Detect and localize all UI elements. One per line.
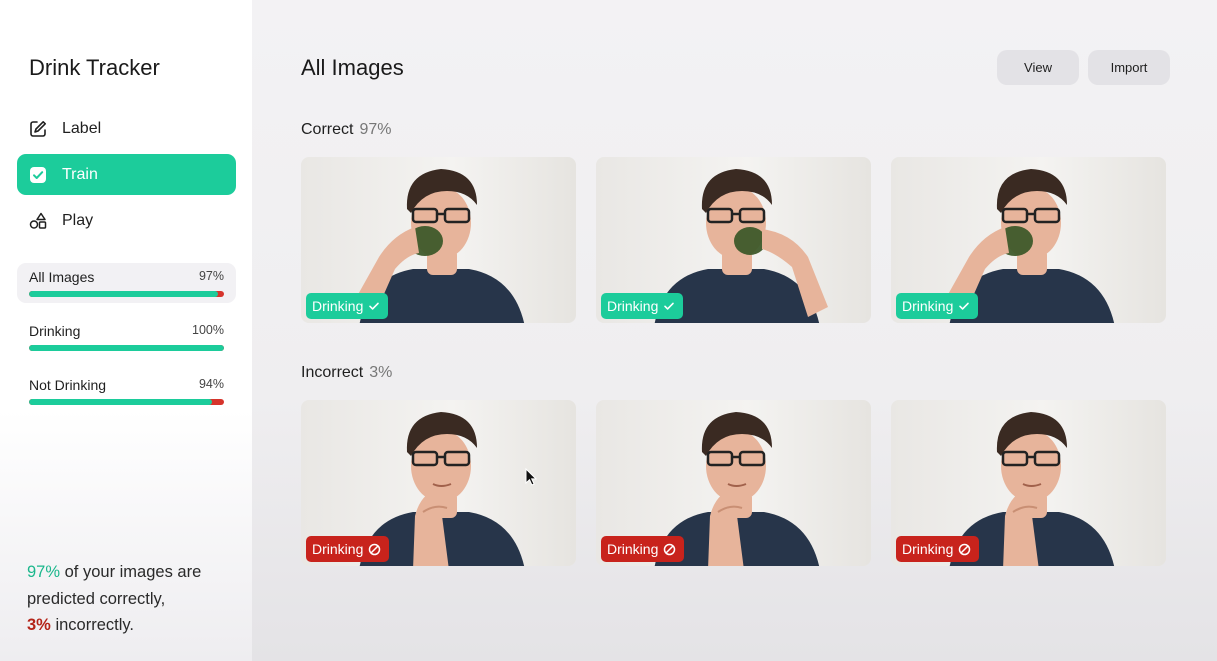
stat-percent: 94% <box>198 377 224 391</box>
prediction-label: Drinking <box>312 541 364 557</box>
summary-correct-percent: 97% <box>27 563 61 581</box>
section-title-incorrect: Incorrect 3% <box>301 364 392 382</box>
page-title: All Images <box>301 55 404 80</box>
nav-item-label[interactable]: Label <box>17 108 236 149</box>
prohibited-icon <box>368 543 381 556</box>
accuracy-bar-fill <box>29 291 219 297</box>
accuracy-bar <box>29 399 224 405</box>
app-title: Drink Tracker <box>29 55 160 80</box>
view-button[interactable]: View <box>997 50 1079 85</box>
nav-item-train[interactable]: Train <box>17 154 236 195</box>
prohibited-icon <box>663 543 676 556</box>
section-label: Correct <box>301 121 354 138</box>
stat-label: Drinking <box>29 323 81 339</box>
section-percent: 97% <box>359 121 392 138</box>
stat-not-drinking[interactable]: Not Drinking 94% <box>17 371 236 411</box>
prediction-badge: Drinking <box>601 293 684 319</box>
shapes-icon <box>28 211 48 231</box>
nav-item-play[interactable]: Play <box>17 200 236 241</box>
image-card[interactable]: Drinking <box>891 157 1166 323</box>
check-icon <box>663 300 675 312</box>
nav-item-label-text: Label <box>62 119 102 137</box>
accuracy-bar-fill <box>29 345 224 351</box>
prediction-label: Drinking <box>607 541 659 557</box>
prohibited-icon <box>958 543 971 556</box>
image-card[interactable]: Drinking <box>596 400 871 566</box>
stat-label: All Images <box>29 269 95 285</box>
pencil-icon <box>28 119 48 139</box>
checkbox-icon <box>28 165 48 185</box>
stat-label: Not Drinking <box>29 377 107 393</box>
stat-percent: 100% <box>192 323 224 337</box>
prediction-label: Drinking <box>902 298 954 314</box>
image-card[interactable]: Drinking <box>596 157 871 323</box>
app-window: Drink Tracker Label Train Play All Image… <box>0 0 1217 661</box>
check-icon <box>368 300 380 312</box>
stat-percent: 97% <box>198 269 224 283</box>
mouse-cursor-icon <box>525 468 537 486</box>
prediction-badge: Drinking <box>896 293 979 319</box>
image-card[interactable]: Drinking <box>891 400 1166 566</box>
import-button[interactable]: Import <box>1088 50 1170 85</box>
sidebar: Drink Tracker Label Train Play All Image… <box>0 0 252 661</box>
section-percent: 3% <box>369 364 393 381</box>
check-icon <box>958 300 970 312</box>
accuracy-summary: 97% of your images are predicted correct… <box>27 559 242 639</box>
summary-incorrect-text: incorrectly. <box>50 616 134 634</box>
accuracy-bar-fill <box>29 399 213 405</box>
nav-item-play-text: Play <box>62 211 94 229</box>
summary-incorrect-percent: 3% <box>27 616 51 634</box>
prediction-badge: Drinking <box>601 536 685 562</box>
accuracy-bar <box>29 291 224 297</box>
section-title-correct: Correct 97% <box>301 121 391 139</box>
prediction-badge: Drinking <box>896 536 980 562</box>
stat-all-images[interactable]: All Images 97% <box>17 263 236 303</box>
nav-item-train-text: Train <box>62 165 98 183</box>
prediction-badge: Drinking <box>306 293 389 319</box>
prediction-label: Drinking <box>607 298 659 314</box>
section-label: Incorrect <box>301 364 364 381</box>
prediction-label: Drinking <box>902 541 954 557</box>
image-card[interactable]: Drinking <box>301 157 576 323</box>
accuracy-bar <box>29 345 224 351</box>
prediction-label: Drinking <box>312 298 364 314</box>
prediction-badge: Drinking <box>306 536 390 562</box>
stat-drinking[interactable]: Drinking 100% <box>17 317 236 357</box>
